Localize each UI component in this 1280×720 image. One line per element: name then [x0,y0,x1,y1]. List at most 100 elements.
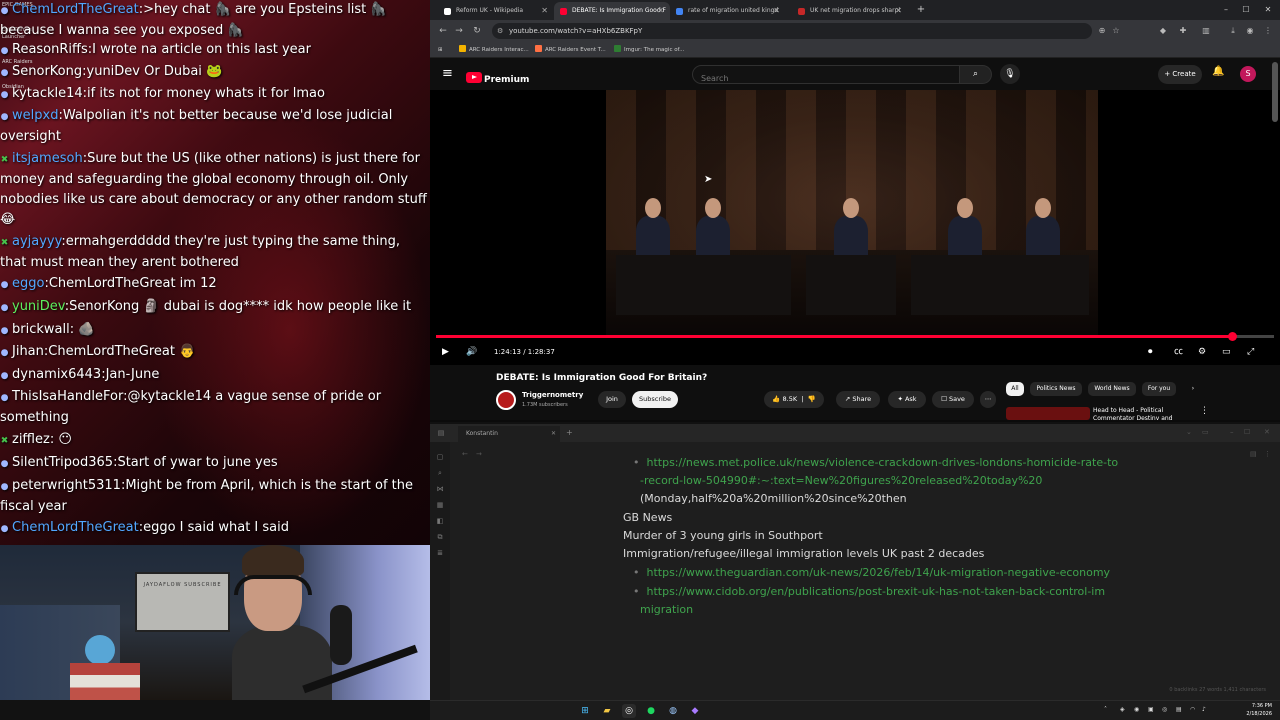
hamburger-menu-icon[interactable]: ≡ [442,66,453,82]
progress-bar[interactable] [436,332,1274,341]
recommended-title[interactable]: Head to Head - Political Commentator Des… [1093,407,1183,420]
channel-name[interactable]: Triggernometry [522,391,583,399]
chat-username[interactable]: peterwright5311 [12,478,121,493]
chat-username[interactable]: eggo [12,276,44,291]
chevron-down-icon[interactable]: ⌄ [1186,428,1192,436]
split-icon[interactable]: ▭ [1202,428,1209,436]
browser-tab[interactable]: UK net migration drops sharpl ✕ [792,2,908,20]
chip-world-news[interactable]: World News [1088,382,1136,396]
close-tab-icon[interactable]: ✕ [895,2,902,20]
tray-chevron-icon[interactable]: ˄ [1104,706,1107,713]
chat-username[interactable]: SilentTripod365 [12,455,113,470]
bookmark-star-icon[interactable]: ☆ [1110,25,1122,37]
calendar-icon[interactable]: ▦ [435,500,445,510]
start-windows-icon[interactable]: ⊞ [578,704,592,718]
search-input[interactable] [693,70,933,87]
subscribe-button[interactable]: Subscribe [632,391,678,408]
theater-mode-icon[interactable]: ▭ [1222,345,1231,359]
play-icon[interactable]: ▶ [442,345,449,359]
settings-gear-icon[interactable]: ⚙ [1198,345,1206,359]
canvas-icon[interactable]: ◧ [435,516,445,526]
chat-username[interactable]: itsjamesoh [12,151,83,166]
back-icon[interactable]: ← [436,24,450,38]
site-info-icon[interactable]: ⚙ [497,23,503,39]
save-button[interactable]: ☐ Save [932,391,974,408]
close-tab-icon[interactable]: ✕ [657,2,664,20]
install-icon[interactable]: ⊕ [1096,25,1108,37]
close-tab-icon[interactable]: ✕ [773,2,780,20]
close-notes-icon[interactable]: ✕ [1264,428,1270,436]
browser-tab[interactable]: rate of migration united kingd ✕ [670,2,786,20]
files-icon[interactable]: ▢ [435,452,445,462]
video-frame[interactable] [606,90,1098,335]
chrome-icon[interactable]: ◎ [622,704,636,718]
notifications-bell-icon[interactable]: 🔔 [1212,66,1224,77]
graph-icon[interactable]: ⋈ [435,484,445,494]
puzzle-icon[interactable]: ✚ [1177,25,1189,37]
note-more-icon[interactable]: ⋮ [1264,450,1271,458]
chip-politics-news[interactable]: Politics News [1030,382,1082,396]
close-window-button[interactable]: ✕ [1258,2,1278,18]
browser-tab[interactable]: DEBATE: Is Immigration Good F ✕ [554,2,670,20]
system-clock[interactable]: 7:36 PM 2/18/2026 [1218,700,1272,720]
chat-username[interactable]: Jihan [12,344,44,359]
search-icon[interactable]: ⌕ [960,65,992,84]
reload-icon[interactable]: ↻ [470,24,484,38]
join-button[interactable]: Join [598,391,626,408]
obsidian-icon[interactable]: ◆ [688,704,702,718]
chat-username[interactable]: zifflez [12,432,50,447]
recommended-thumbnail[interactable] [1006,407,1090,420]
templates-icon[interactable]: ⧉ [435,532,445,542]
note-link[interactable]: • https://news.met.police.uk/news/violenc… [633,454,1118,472]
maximize-button[interactable]: ☐ [1236,2,1256,18]
chip-all[interactable]: All [1006,382,1024,396]
chat-username[interactable]: brickwall [12,322,70,337]
fullscreen-icon[interactable]: ⤢ [1247,345,1254,359]
chat-username[interactable]: kytackle14 [12,86,83,101]
more-actions-icon[interactable]: ⋯ [980,391,996,408]
download-icon[interactable]: ⤓ [1227,25,1239,37]
url-field[interactable]: ⚙ youtube.com/watch?v=aHXb6ZBKFpY [492,23,1092,39]
volume-icon[interactable]: 🔊 [466,345,477,359]
new-tab-button[interactable]: + [914,1,928,19]
microphone-icon[interactable]: 🎙 [1000,64,1020,84]
chevron-right-icon[interactable]: › [1186,382,1200,396]
close-tab-icon[interactable]: ✕ [541,2,548,20]
steam-icon[interactable]: ◍ [666,704,680,718]
tray-app-icon[interactable]: ◉ [1134,706,1139,713]
note-tab[interactable]: Konstantin ✕ [458,426,560,442]
reading-view-icon[interactable]: ▤ [1250,450,1257,458]
chat-username[interactable]: ayjayyy [12,234,61,249]
close-tab-icon[interactable]: ✕ [551,426,556,442]
tray-app-icon[interactable]: ◎ [1162,706,1167,713]
new-note-tab-icon[interactable]: + [566,426,573,440]
maximize-notes-icon[interactable]: ☐ [1244,428,1250,436]
browser-tab[interactable]: Reform UK - Wikipedia ✕ [438,2,554,20]
tray-app-icon[interactable]: ◈ [1120,706,1125,713]
tray-app-icon[interactable]: ▣ [1148,706,1154,713]
video-player[interactable]: ➤ ▶ 🔊 1:24:13 / 1:28:37 ⏺ ㏄ ⚙ ▭ ⤢ [430,90,1280,365]
ask-button[interactable]: ✦ Ask [888,391,926,408]
sidebar-icon[interactable]: ▥ [1200,25,1212,37]
chip-for-you[interactable]: For you [1142,382,1176,396]
file-explorer-icon[interactable]: ▰ [600,704,614,718]
recommended-more-icon[interactable]: ⋮ [1200,406,1209,416]
speaker-icon[interactable]: ♪ [1202,706,1206,713]
bookmark-1[interactable]: ARC Raiders Interac... [459,44,529,56]
chat-username[interactable]: ChemLordTheGreat [12,520,139,535]
chat-username[interactable]: SenorKong [12,64,82,79]
apps-icon[interactable]: ⊞ [438,44,443,56]
bookmark-3[interactable]: Imgur: The magic of... [614,44,684,56]
channel-avatar[interactable] [496,390,516,410]
note-link[interactable]: -record-low-504990#:~:text=New%20figures… [640,472,1042,490]
scrollbar[interactable] [1272,62,1278,122]
note-link[interactable]: migration [640,601,693,619]
note-forward-icon[interactable]: → [476,450,482,458]
search-notes-icon[interactable]: ⌕ [435,468,445,478]
chat-username[interactable]: yuniDev [12,299,65,314]
spotify-icon[interactable]: ● [644,704,658,718]
share-button[interactable]: ↗ Share [836,391,880,408]
account-avatar[interactable]: S [1240,66,1256,82]
youtube-logo[interactable]: Premium [466,67,529,85]
chat-username[interactable]: ReasonRiffs [12,42,88,57]
